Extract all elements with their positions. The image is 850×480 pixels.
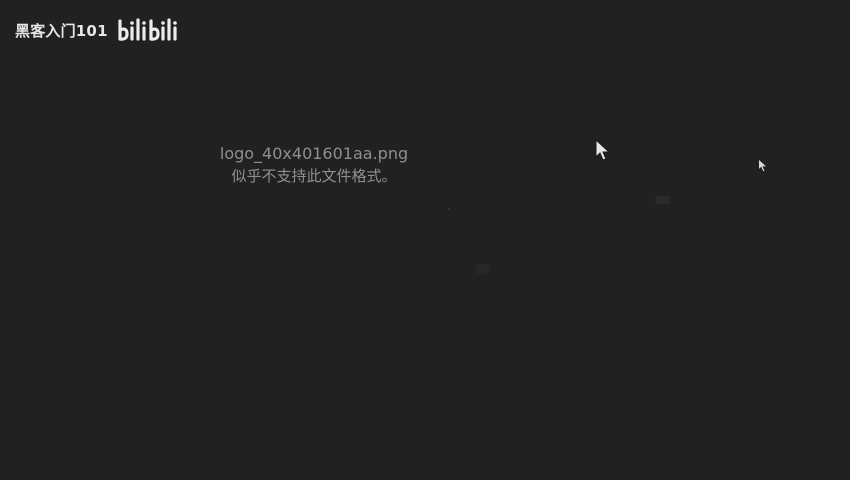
- bilibili-logo: [118, 18, 177, 41]
- error-message: 似乎不支持此文件格式。: [231, 167, 397, 185]
- file-name: logo_40x401601aa.png: [219, 144, 409, 163]
- video-watermark: 黑客入门101: [15, 17, 180, 43]
- unsupported-file-notice: logo_40x401601aa.png 似乎不支持此文件格式。: [204, 143, 424, 187]
- mouse-cursor-icon: [595, 139, 611, 161]
- render-artifact: [655, 196, 671, 204]
- mouse-cursor-icon: [758, 158, 768, 173]
- image-viewer: 黑客入门101 logo_40x401601aa.png 似乎不支持此文件格式。: [0, 0, 850, 480]
- watermark-text: 黑客入门101: [15, 21, 108, 40]
- render-artifact: [448, 208, 450, 210]
- render-artifact: [476, 264, 490, 274]
